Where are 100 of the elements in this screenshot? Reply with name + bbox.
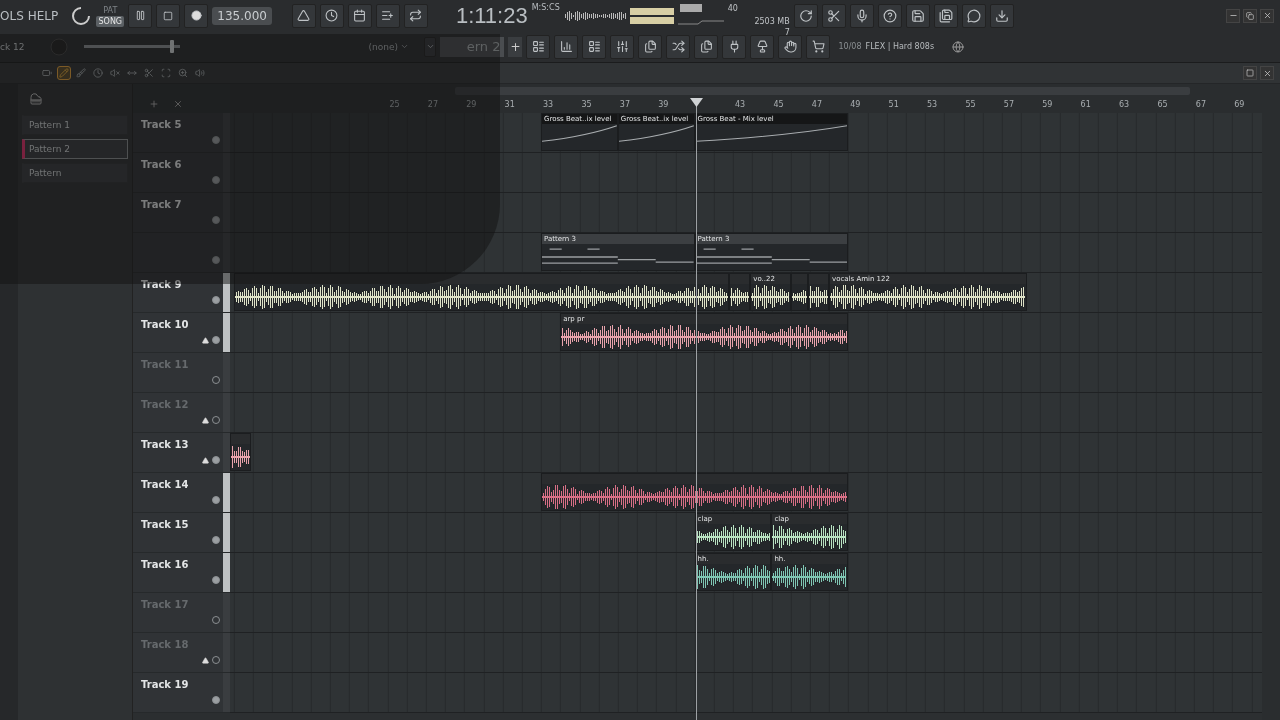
chevron-down-icon: [399, 42, 409, 51]
maximize-button[interactable]: [1243, 66, 1257, 80]
toolbar-button[interactable]: [610, 34, 635, 59]
mute-icon: [110, 68, 120, 78]
toolbar-button[interactable]: [750, 34, 775, 59]
toolbar-button[interactable]: [961, 3, 986, 28]
toolbar-button[interactable]: [806, 34, 831, 59]
track-header[interactable]: Track 19: [133, 673, 230, 713]
toolbar-button[interactable]: [666, 34, 691, 59]
download-icon: [994, 8, 1009, 23]
cpu-graph-drawing: [677, 1, 724, 28]
toolbar-button[interactable]: [554, 34, 579, 59]
list-icon: [532, 40, 545, 53]
slider-thumb[interactable]: [169, 40, 174, 53]
globe-icon[interactable]: [952, 40, 965, 53]
clock-icon: [93, 68, 103, 78]
mute-button[interactable]: [212, 296, 220, 304]
toolbar-button[interactable]: [722, 34, 747, 59]
bar-number: 69: [1234, 100, 1245, 109]
track-header[interactable]: Track 13: [133, 433, 230, 473]
toolbar-button[interactable]: [526, 34, 551, 59]
track-header[interactable]: Track 14: [133, 473, 230, 513]
track-header[interactable]: Track 15: [133, 513, 230, 553]
toolbar-button[interactable]: [319, 3, 344, 28]
bar-number: 29: [466, 100, 477, 109]
toolbar-button[interactable]: [877, 3, 902, 28]
track-header[interactable]: Track 9: [133, 273, 230, 313]
track-label: Track 10: [140, 318, 190, 332]
audio-clip[interactable]: [229, 433, 252, 471]
toolbar-button[interactable]: [793, 3, 818, 28]
triangle-icon[interactable]: [202, 457, 209, 464]
bar-number: 37: [619, 100, 630, 109]
mute-button[interactable]: [212, 496, 220, 504]
track-label: Track 7: [140, 198, 183, 212]
audio-clip[interactable]: [541, 473, 849, 511]
mute-button[interactable]: [212, 696, 220, 704]
add-pattern-button[interactable]: +: [508, 36, 523, 57]
toolbar-button[interactable]: [849, 3, 874, 28]
toolbar-button[interactable]: [291, 3, 316, 28]
bar-number: 55: [965, 100, 976, 109]
close-icon: [1262, 68, 1272, 78]
restore-button[interactable]: [1243, 8, 1257, 23]
track-header[interactable]: Track 16: [133, 553, 230, 593]
toolbar-button[interactable]: [694, 34, 719, 59]
toolbar-button[interactable]: [778, 34, 803, 59]
minimize-button[interactable]: [1226, 8, 1240, 23]
record-button[interactable]: [184, 3, 209, 28]
bar-number: 53: [927, 100, 938, 109]
speaker-icon: [195, 68, 205, 78]
track-header[interactable]: Track 10: [133, 313, 230, 353]
zoom-icon: [178, 68, 188, 78]
toolbar-button[interactable]: [989, 3, 1014, 28]
chevron-down-icon: [426, 42, 435, 51]
pause-button[interactable]: [128, 3, 153, 28]
save-icon: [910, 8, 925, 23]
bar-number: 33: [543, 100, 554, 109]
toolbar-button[interactable]: [375, 3, 400, 28]
scroll-bar[interactable]: [455, 87, 1190, 95]
toolbar-button[interactable]: [821, 3, 846, 28]
mute-button[interactable]: [212, 536, 220, 544]
loop-icon: [409, 9, 423, 22]
mode-toggle[interactable]: PAT: [96, 4, 125, 16]
triangle-icon[interactable]: [202, 657, 209, 664]
calendar-icon: [353, 9, 367, 22]
audio-clip[interactable]: [729, 273, 751, 311]
menu-item[interactable]: HELP: [27, 8, 59, 23]
mute-button[interactable]: [212, 576, 220, 584]
menu-item[interactable]: OLS: [0, 8, 24, 23]
list-icon: [588, 40, 601, 53]
toolbar-button[interactable]: [905, 3, 930, 28]
record-icon: [190, 10, 202, 21]
mute-button[interactable]: [212, 336, 220, 344]
stop-button[interactable]: [156, 3, 181, 28]
audio-clip[interactable]: [233, 273, 730, 311]
arrows-icon: [127, 68, 137, 78]
toolbar-button[interactable]: [638, 34, 663, 59]
list-plus-icon: [381, 9, 395, 22]
audio-clip[interactable]: [807, 273, 829, 311]
toolbar-button[interactable]: [933, 3, 958, 28]
close-button[interactable]: [1260, 8, 1274, 23]
memory-reading: 2503 MB: [753, 16, 790, 26]
mute-button[interactable]: [212, 456, 220, 464]
triangle-icon[interactable]: [202, 417, 209, 424]
track-label: Track 13: [140, 438, 190, 452]
toolbar-button[interactable]: [403, 3, 428, 28]
toolbar-button[interactable]: [582, 34, 607, 59]
knob-icon[interactable]: [70, 4, 93, 27]
triangle-icon[interactable]: [202, 337, 209, 344]
maximize-icon: [1246, 69, 1254, 77]
close-button[interactable]: [1260, 66, 1274, 80]
pencil-icon: [59, 68, 69, 78]
time-unit: M:S:CS: [531, 3, 560, 12]
select-icon: [161, 68, 171, 78]
cpu-reading: 40: [727, 3, 739, 13]
close-icon[interactable]: [173, 99, 183, 109]
refresh-icon: [798, 8, 813, 23]
tempo-field[interactable]: 135.000: [212, 6, 272, 25]
toolbar-button[interactable]: [347, 3, 372, 28]
mode-toggle[interactable]: SONG: [96, 15, 125, 27]
level-meter-drawing: [629, 7, 674, 24]
